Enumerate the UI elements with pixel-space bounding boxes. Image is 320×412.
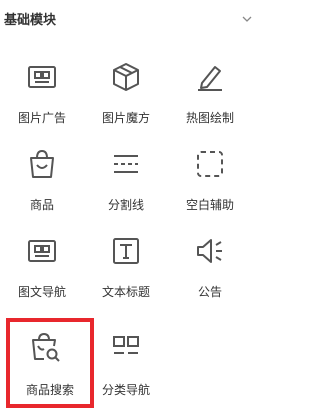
module-label: 文本标题 <box>101 285 150 299</box>
module-label: 热图绘制 <box>185 111 234 125</box>
image-ad-icon <box>26 61 58 93</box>
module-category-nav[interactable]: 分类导航 <box>88 318 168 406</box>
shopping-bag-icon <box>26 148 58 180</box>
divider-icon <box>110 148 142 180</box>
module-hotspot[interactable]: 热图绘制 <box>172 42 252 130</box>
module-goods-search[interactable]: 商品搜索 <box>6 318 94 408</box>
module-label: 商品搜索 <box>25 383 74 397</box>
cube-icon <box>110 61 142 93</box>
module-notice[interactable]: 公告 <box>172 216 252 304</box>
dashed-square-icon <box>194 148 226 180</box>
module-label: 图片广告 <box>17 111 66 125</box>
module-text-title[interactable]: 文本标题 <box>88 216 168 304</box>
image-text-nav-icon <box>26 235 58 267</box>
chevron-down-icon[interactable] <box>240 12 254 26</box>
module-divider[interactable]: 分割线 <box>88 129 168 217</box>
section-header[interactable]: 基础模块 <box>0 0 260 40</box>
module-image-text-nav[interactable]: 图文导航 <box>4 216 84 304</box>
text-title-icon <box>110 235 142 267</box>
bag-search-icon <box>29 331 61 363</box>
pencil-icon <box>194 61 226 93</box>
module-blank[interactable]: 空白辅助 <box>172 129 252 217</box>
module-label: 分割线 <box>107 198 144 212</box>
speaker-icon <box>194 235 226 267</box>
module-label: 商品 <box>29 198 54 212</box>
module-goods[interactable]: 商品 <box>4 129 84 217</box>
module-image-cube[interactable]: 图片魔方 <box>88 42 168 130</box>
module-label: 公告 <box>197 285 222 299</box>
grid-nav-icon <box>110 331 142 363</box>
module-label: 空白辅助 <box>185 198 234 212</box>
section-title: 基础模块 <box>4 13 57 28</box>
module-label: 分类导航 <box>101 383 150 397</box>
module-label: 图文导航 <box>17 285 66 299</box>
module-image-ad[interactable]: 图片广告 <box>4 42 84 130</box>
module-label: 图片魔方 <box>101 111 150 125</box>
